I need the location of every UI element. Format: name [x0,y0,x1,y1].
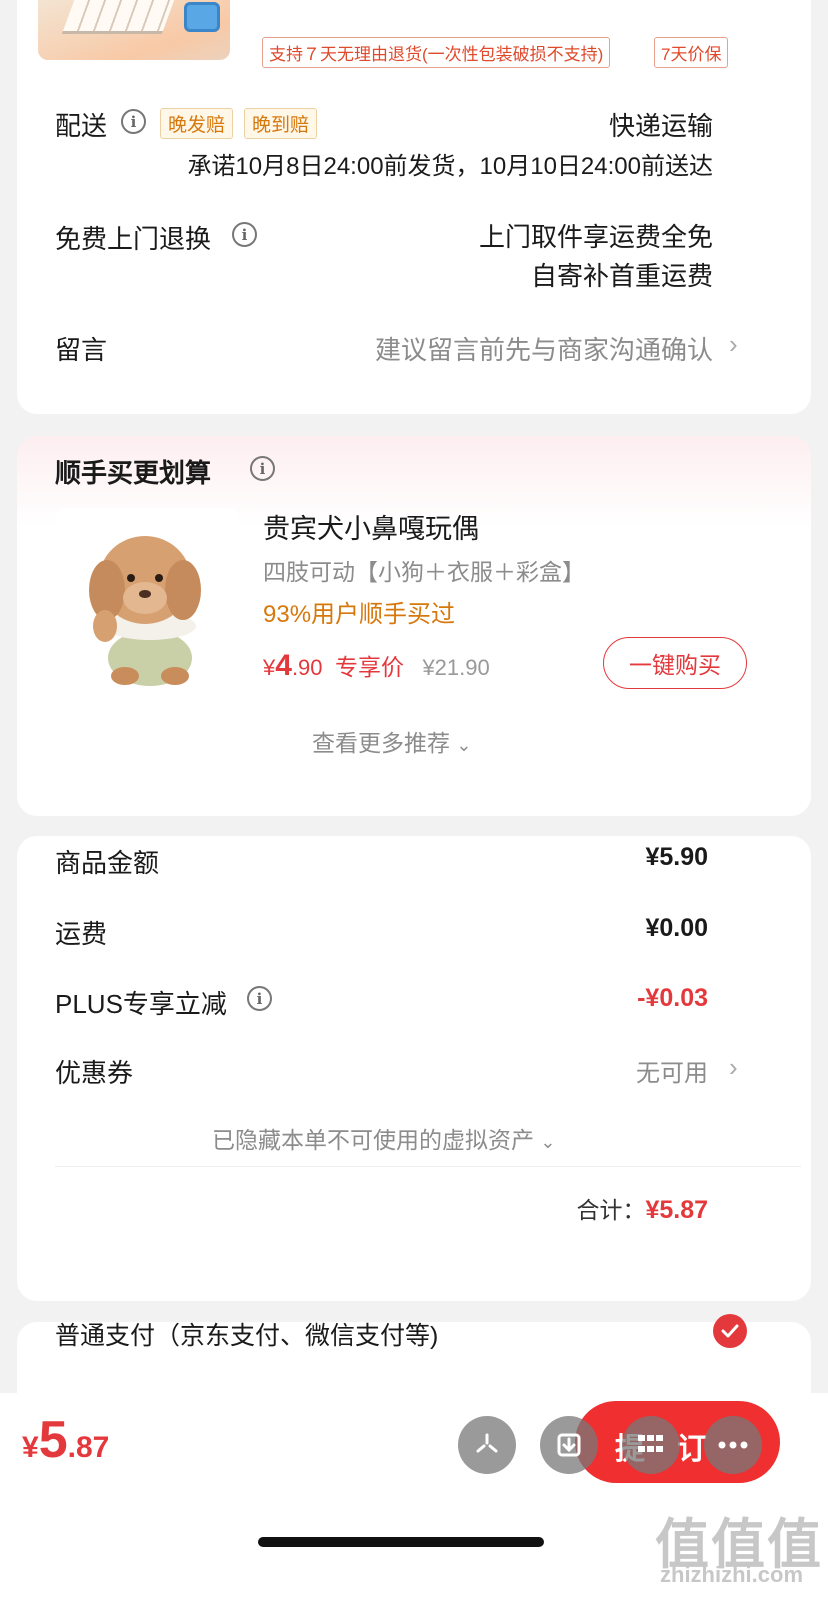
late-ship-tag: 晚发赔 [160,108,234,139]
shipping-fee-value: ¥0.00 [645,914,708,942]
plus-discount-label: PLUS专享立减 [55,989,227,1019]
chevron-right-icon: › [729,329,738,359]
addon-price-int: 4 [275,649,292,682]
plus-discount-value: -¥0.03 [637,984,708,1012]
total-label: 合计： [576,1197,646,1223]
addon-product-spec: 四肢可动【小狗＋衣服＋彩盒】 [263,559,585,585]
currency-symbol: ¥ [22,1431,39,1464]
free-return-line1: 上门取件享运费全免 [478,222,713,252]
chevron-down-icon: ⌄ [456,735,472,755]
watermark-domain: zhizhizhi.com [660,1562,803,1587]
info-icon[interactable]: i [250,456,275,481]
product-thumbnail[interactable] [38,0,230,60]
price-protect-tag: 7天价保 [654,37,729,68]
chevron-right-icon: › [729,1052,738,1082]
bottom-total-price: ¥5.87 [22,1410,109,1470]
payment-method-label[interactable]: 普通支付（京东支付、微信支付等) [55,1316,438,1352]
free-return-line2: 自寄补首重运费 [530,261,713,291]
free-return-label: 免费上门退换 [55,224,212,254]
return-policy-tag: 支持７天无理由退货(一次性包装破损不支持) [262,37,611,68]
download-icon[interactable] [540,1416,598,1474]
chevron-down-icon: ⌄ [540,1132,556,1152]
late-arrival-tag: 晚到赔 [244,108,318,139]
bottom-price-int: 5 [38,1411,68,1469]
submit-label-mid: 订 [677,1433,707,1466]
view-more-recommendations[interactable]: 查看更多推荐 ⌄ [312,724,471,758]
checkmark-icon[interactable] [713,1314,747,1348]
bottom-price-dec: .87 [67,1431,110,1464]
total-value: ¥5.87 [645,1196,708,1224]
delivery-method: 快递运输 [608,111,713,141]
coupon-value[interactable]: 无可用 [636,1053,708,1088]
addon-title: 顺手买更划算 [55,458,212,488]
one-click-buy-button[interactable]: 一键购买 [603,637,747,689]
goods-amount-value: ¥5.90 [645,843,708,871]
hidden-assets-toggle[interactable]: 已隐藏本单不可使用的虚拟资产 ⌄ [212,1121,555,1155]
addon-product-name[interactable]: 贵宾犬小鼻嘎玩偶 [263,507,479,546]
grid-icon[interactable] [622,1416,680,1474]
delivery-promise: 承诺10月8日24:00前发货，10月10日24:00前送达 [187,153,713,180]
delivery-label: 配送 [55,111,108,141]
currency-symbol: ¥ [263,655,276,680]
original-price: ¥21.90 [422,655,490,680]
exclusive-price-label: 专享价 [334,654,404,680]
more-icon[interactable] [704,1416,762,1474]
info-icon[interactable]: i [232,222,257,247]
shipping-fee-label: 运费 [55,919,108,949]
info-icon[interactable]: i [121,109,146,134]
sparkle-icon[interactable] [458,1416,516,1474]
addon-product-image[interactable] [55,508,238,691]
addon-price: ¥4.90 专享价 ¥21.90 [263,648,490,683]
info-icon[interactable]: i [247,986,272,1011]
order-total: 合计：¥5.87 [576,1191,708,1225]
divider [55,1166,801,1167]
message-placeholder[interactable]: 建议留言前先与商家沟通确认 [375,330,713,367]
addon-price-dec: .90 [291,655,323,680]
view-more-label: 查看更多推荐 [312,730,450,756]
home-indicator [258,1537,544,1547]
addon-social-proof: 93%用户顺手买过 [263,601,456,628]
goods-amount-label: 商品金额 [55,848,160,878]
hidden-assets-label: 已隐藏本单不可使用的虚拟资产 [212,1127,534,1153]
message-label: 留言 [55,335,108,365]
coupon-label: 优惠券 [55,1058,134,1088]
